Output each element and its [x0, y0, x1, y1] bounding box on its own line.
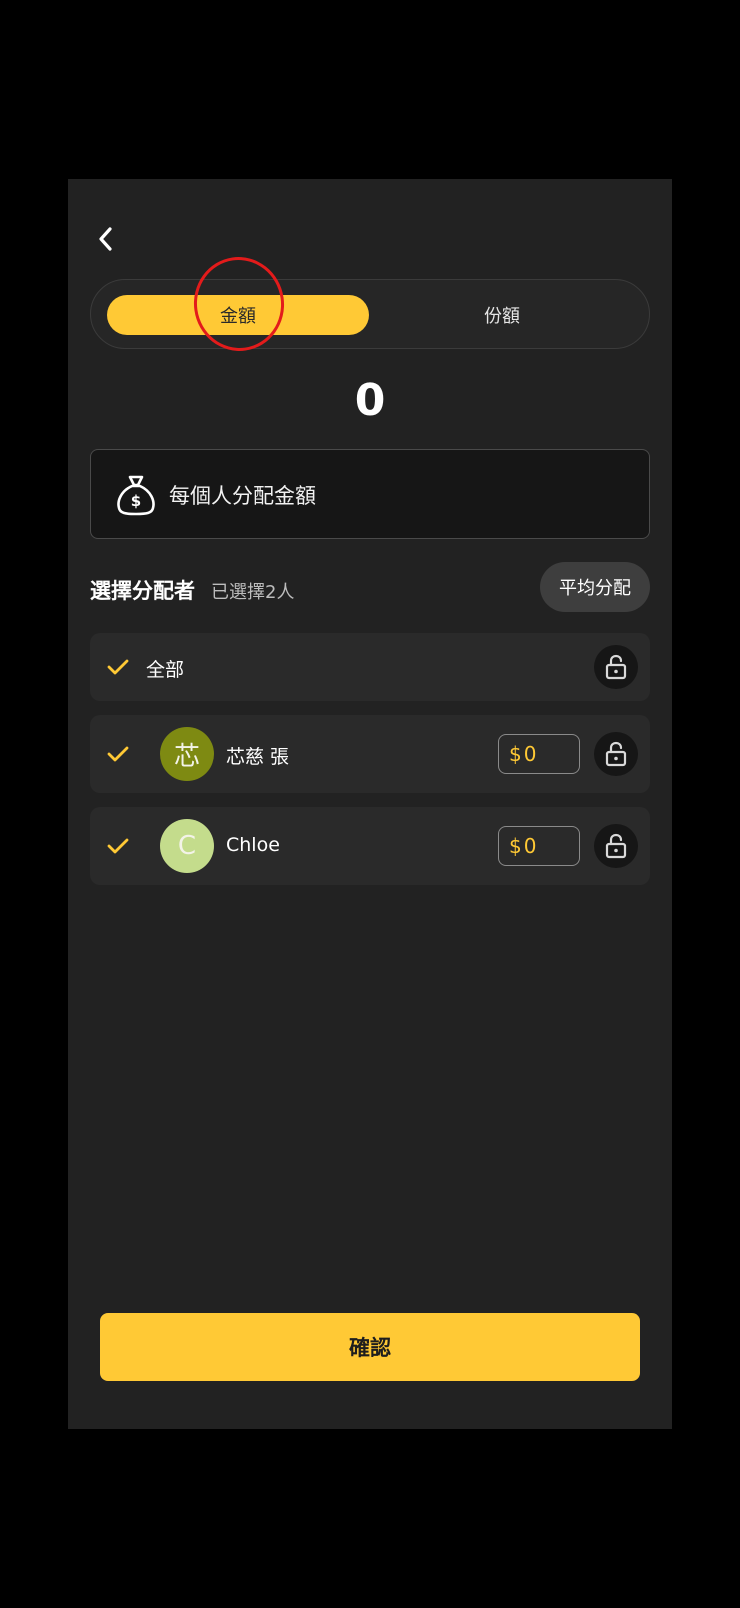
- lock-button[interactable]: [594, 824, 638, 868]
- member-name: Chloe: [226, 834, 280, 856]
- tab-share[interactable]: 份額: [371, 295, 633, 335]
- average-split-button[interactable]: 平均分配: [540, 562, 650, 612]
- select-all-label: 全部: [146, 659, 185, 681]
- back-button[interactable]: [88, 217, 124, 261]
- unlock-icon: [605, 741, 627, 767]
- currency-symbol: $: [509, 834, 522, 858]
- checkmark-icon[interactable]: [106, 655, 130, 679]
- confirm-button[interactable]: 確認: [100, 1313, 640, 1381]
- amount-input[interactable]: $0: [498, 826, 580, 866]
- unlock-icon: [605, 654, 627, 680]
- amount-input[interactable]: $0: [498, 734, 580, 774]
- money-bag-icon: $: [117, 475, 155, 516]
- unlock-icon: [605, 833, 627, 859]
- chevron-left-icon: [99, 227, 112, 251]
- info-text: 每個人分配金額: [169, 484, 316, 508]
- select-all-row[interactable]: 全部: [90, 633, 650, 701]
- avatar: C: [160, 819, 214, 873]
- amount-value: 0: [523, 834, 537, 858]
- section-title: 選擇分配者: [90, 579, 195, 603]
- total-amount: 0: [354, 375, 386, 426]
- amount-value: 0: [523, 742, 537, 766]
- checkmark-icon[interactable]: [106, 834, 130, 858]
- member-row[interactable]: C Chloe $0: [90, 807, 650, 885]
- avatar: 芯: [160, 727, 214, 781]
- currency-symbol: $: [509, 742, 522, 766]
- selected-count: 已選擇2人: [211, 582, 295, 603]
- lock-button[interactable]: [594, 732, 638, 776]
- checkmark-icon[interactable]: [106, 742, 130, 766]
- app-screen: 金額 份額 0 $ 每個人分配金額 選擇分配者 已選擇2人 平均分配 全部 芯 …: [68, 179, 672, 1429]
- tab-amount[interactable]: 金額: [107, 295, 369, 335]
- member-row[interactable]: 芯 芯慈 張 $0: [90, 715, 650, 793]
- svg-text:$: $: [131, 492, 141, 510]
- info-box: $ 每個人分配金額: [90, 449, 650, 539]
- member-name: 芯慈 張: [226, 746, 290, 768]
- mode-segmented-control: 金額 份額: [90, 279, 650, 349]
- lock-button[interactable]: [594, 645, 638, 689]
